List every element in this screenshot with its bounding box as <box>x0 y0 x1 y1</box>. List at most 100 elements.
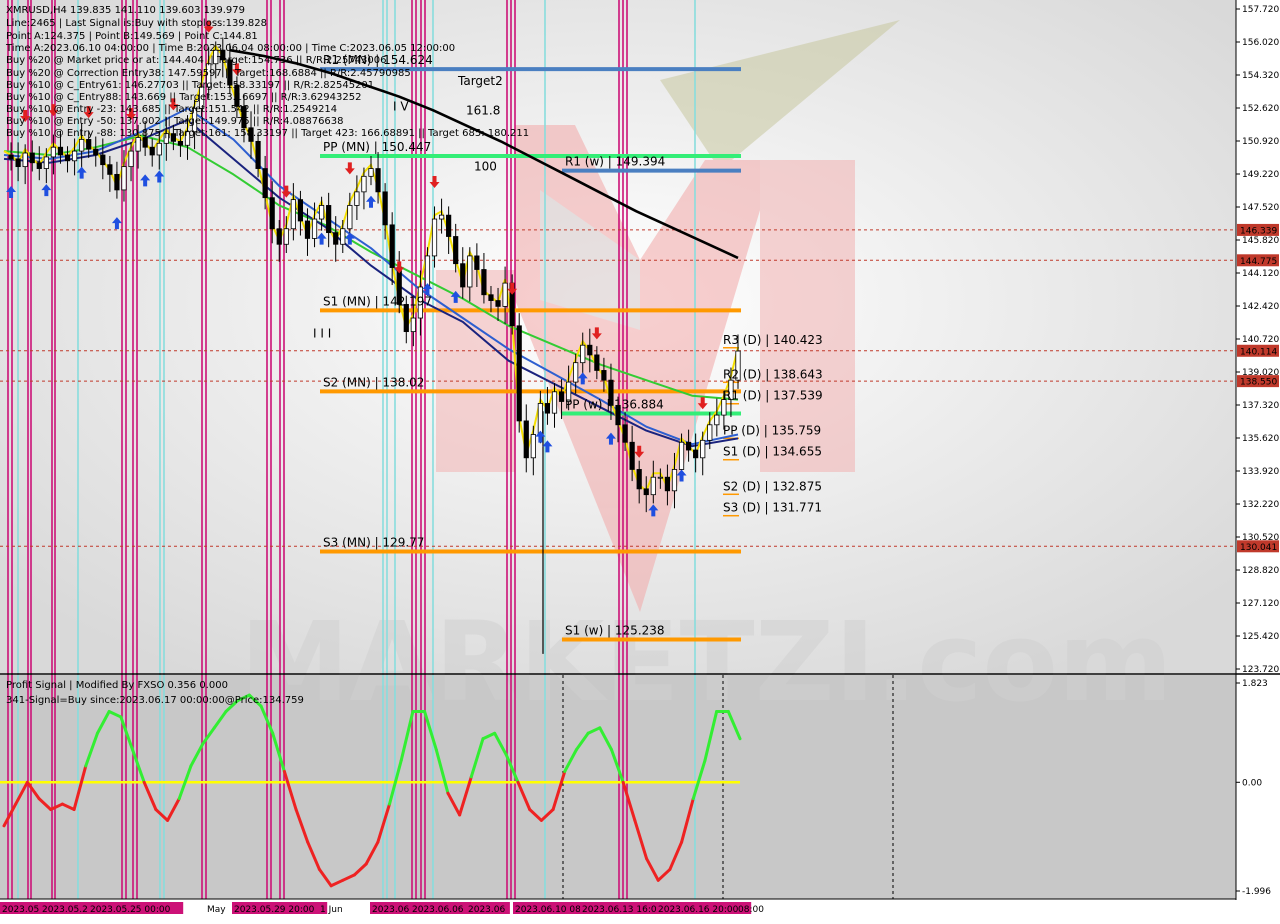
price-tick-label: 140.720 <box>1242 335 1279 345</box>
candle-body <box>693 449 699 459</box>
candle-body <box>544 403 551 414</box>
candle-body <box>488 294 494 301</box>
candle-body <box>389 224 395 268</box>
price-tick-label: 154.320 <box>1242 71 1279 81</box>
candle-body <box>290 199 296 230</box>
pivot-level-label: S2 (MN) | 138.02 <box>323 375 424 389</box>
candle-body <box>678 441 685 470</box>
price-tick-label: 157.720 <box>1242 5 1279 15</box>
candle-body <box>15 158 21 168</box>
candle-body <box>64 154 71 162</box>
candle-body <box>375 168 381 193</box>
candle-body <box>333 232 339 245</box>
price-axis <box>1236 0 1280 900</box>
candle-body <box>474 255 480 270</box>
price-tag-label: 130.041 <box>1240 543 1277 553</box>
candle-body <box>707 424 713 441</box>
info-line: Buy %10 @ Entry -50: 137.002 || Target:1… <box>6 116 344 127</box>
candle-body <box>347 205 353 230</box>
candle-body <box>700 439 706 459</box>
price-tick-label: 149.220 <box>1242 170 1279 180</box>
candle-body <box>304 220 311 239</box>
candle-body <box>43 156 49 169</box>
candle-body <box>453 236 459 265</box>
candle-body <box>551 391 558 414</box>
candle-body <box>71 150 78 162</box>
pivot-level-label: S3 (MN) | 129.77 <box>323 536 424 550</box>
candle-body <box>318 205 325 220</box>
candle-body <box>657 476 663 479</box>
candle-body <box>128 150 134 168</box>
candle-body <box>643 488 649 496</box>
price-tick-label: 142.420 <box>1242 302 1279 312</box>
candle-body <box>446 214 452 237</box>
chart-window: MARKETZI.com XMRUSD,H4 139.835 141.110 1… <box>0 0 1280 920</box>
watermark-text: MARKETZI.com <box>240 598 1173 726</box>
candle-body <box>326 205 332 234</box>
time-axis-label: 08:00 <box>738 905 764 915</box>
indicator-header: Profit Signal | Modified By FXSO 0.356 0… <box>6 680 228 691</box>
wave-label: I I I <box>313 327 331 341</box>
chart-canvas[interactable]: MARKETZI.com XMRUSD,H4 139.835 141.110 1… <box>0 0 1280 920</box>
daily-level-label: PP (D) | 135.759 <box>723 423 821 437</box>
candle-body <box>255 140 261 169</box>
price-tick-label: 132.220 <box>1242 500 1279 510</box>
price-tick-label: 133.920 <box>1242 467 1279 477</box>
daily-level-label: S2 (D) | 132.875 <box>723 479 822 493</box>
candle-body <box>262 168 268 199</box>
info-line: Buy %10 @ C_Entry88: 143.669 || Target:1… <box>6 92 361 103</box>
instrument-title: XMRUSD,H4 139.835 141.110 139.603 139.97… <box>6 5 245 16</box>
pivot-level-label: S1 (MN) | 142.197 <box>323 294 432 308</box>
candle-body <box>431 218 438 257</box>
candle-body <box>403 304 409 333</box>
time-axis-label: 2023.06.16 20:00 <box>658 905 739 915</box>
daily-level-label: R2 (D) | 138.643 <box>723 367 823 381</box>
info-line: Point A:124.375 | Point B:149.569 | Poin… <box>6 31 258 42</box>
candle-body <box>135 137 141 152</box>
indicator-signal-text: 341-Signal=Buy since:2023.06.17 00:00:00… <box>6 695 304 706</box>
candle-body <box>714 414 720 426</box>
time-axis-label: 2023.05.25 00:00 <box>90 905 171 915</box>
price-tick-label: 150.920 <box>1242 137 1279 147</box>
candle-body <box>276 228 282 245</box>
pivot-level-label: PP (w) | 136.884 <box>565 397 664 411</box>
candle-body <box>121 166 127 191</box>
time-axis-label: 2023.05.29 20:00 <box>234 905 315 915</box>
candle-body <box>650 476 656 496</box>
candle-body <box>410 317 416 333</box>
price-tick-label: 137.320 <box>1242 401 1279 411</box>
candle-body <box>636 469 642 490</box>
price-tick-label: 147.520 <box>1242 203 1279 213</box>
candle-body <box>8 154 14 160</box>
candle-body <box>100 154 106 166</box>
price-tag-label: 138.550 <box>1240 378 1277 388</box>
price-tag-label: 146.339 <box>1240 226 1277 236</box>
info-line: Buy %10 @ C_Entry61: 146.27703 || Target… <box>6 80 374 91</box>
info-line: Buy %20 @ Correction Entry38: 147.59597 … <box>6 68 411 79</box>
price-tick-label: 127.120 <box>1242 599 1279 609</box>
candle-body <box>523 420 529 459</box>
candle-body <box>594 354 600 371</box>
price-axis-ticks: 157.720 156.020 154.320 152.620 150.920 149.2… <box>1236 5 1279 675</box>
candle-body <box>354 191 360 206</box>
time-axis-label: May <box>207 905 226 915</box>
daily-level-label: S3 (D) | 131.771 <box>723 501 822 515</box>
candle-body <box>368 168 374 177</box>
candle-body <box>664 476 671 492</box>
price-tick-label: 145.820 <box>1242 236 1279 246</box>
indicator-tick-label: 0.00 <box>1242 778 1262 788</box>
candle-body <box>481 269 487 296</box>
candle-body <box>537 403 543 435</box>
candle-body <box>573 362 579 383</box>
fib-label: Target2 <box>457 74 503 88</box>
candle-body <box>107 164 113 175</box>
time-axis-label: 2023.06.13 16:00 <box>582 905 663 915</box>
candle-body <box>601 370 607 381</box>
candle-body <box>177 140 184 146</box>
price-tick-label: 135.620 <box>1242 434 1279 444</box>
candle-body <box>29 152 35 164</box>
candle-body <box>297 199 304 222</box>
pivot-level-label: PP (MN) | 150.447 <box>323 140 431 154</box>
price-tick-label: 125.420 <box>1242 632 1279 642</box>
pivot-level-label: R1 (MN) | 154.624 <box>323 53 433 67</box>
